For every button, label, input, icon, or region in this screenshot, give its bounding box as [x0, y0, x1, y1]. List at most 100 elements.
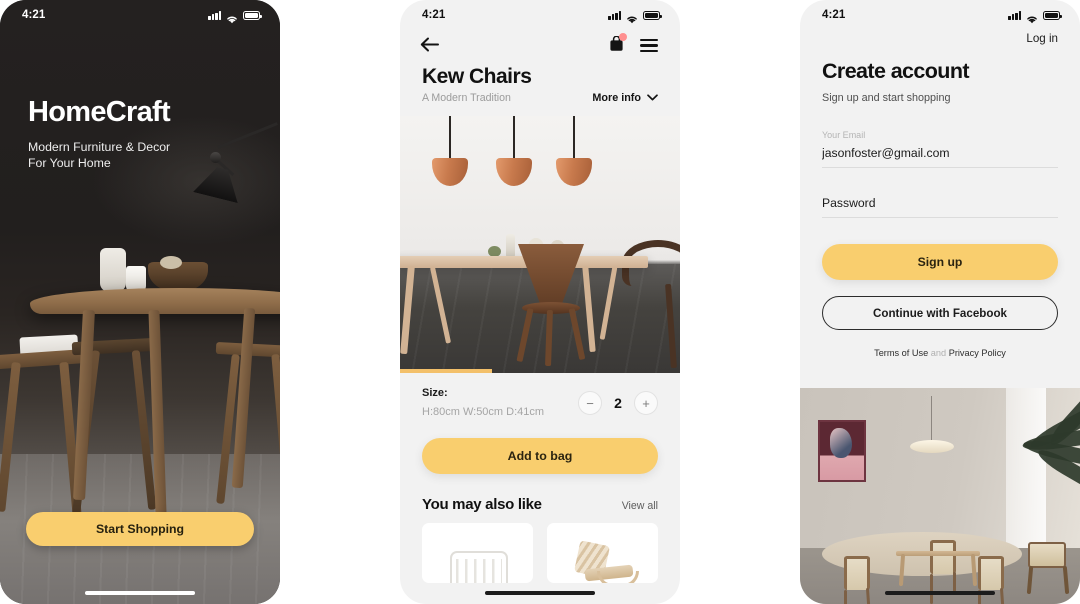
signup-form: Create account Sign up and start shoppin…	[800, 45, 1080, 358]
legal-text: Terms of Use and Privacy Policy	[822, 348, 1058, 358]
hamburger-menu-icon	[640, 38, 658, 53]
quantity-value: 2	[614, 395, 622, 411]
home-indicator	[85, 591, 195, 595]
product-title: Kew Chairs	[422, 65, 532, 88]
phone-screen-signup: 4:21 Log in Create account Sign up and s…	[800, 0, 1080, 604]
more-info-toggle[interactable]: More info	[592, 92, 658, 104]
pendant-lamp-icon	[432, 116, 468, 186]
product-subtitle: A Modern Tradition	[422, 92, 511, 104]
phone-screen-product: 4:21 Kew Chairs A Modern Tradition More …	[400, 0, 680, 604]
status-icons	[208, 10, 262, 23]
tagline-line-1: Modern Furniture & Decor	[28, 140, 171, 154]
table-vase	[506, 234, 515, 258]
armchair	[1020, 542, 1074, 595]
recommendations-header: You may also like View all	[400, 474, 680, 513]
tagline-line-2: For Your Home	[28, 156, 111, 170]
login-link[interactable]: Log in	[1026, 32, 1058, 45]
gallery-progress-fill	[400, 369, 493, 373]
cart-badge-dot	[619, 33, 627, 41]
size-label: Size:	[422, 387, 448, 399]
quantity-stepper: − 2 +	[578, 391, 658, 415]
recommendation-card[interactable]	[547, 523, 658, 583]
size-and-quantity-row: Size: H:80cm W:50cm D:41cm − 2 +	[422, 387, 658, 418]
battery-icon	[1043, 10, 1062, 20]
status-time: 4:21	[422, 9, 446, 21]
start-shopping-button[interactable]: Start Shopping	[26, 512, 254, 546]
page-title: Create account	[822, 59, 970, 83]
status-time: 4:21	[822, 9, 846, 21]
cart-button[interactable]	[609, 33, 627, 55]
legal-conjunction: and	[930, 348, 947, 358]
phone-screen-splash: 4:21 HomeCraft Modern Furniture & Decor …	[0, 0, 280, 604]
status-time: 4:21	[22, 9, 46, 21]
product-header	[400, 30, 680, 55]
wifi-icon	[1026, 11, 1038, 23]
dining-chair	[930, 540, 957, 604]
add-to-bag-button[interactable]: Add to bag	[422, 438, 658, 474]
wall-artwork	[818, 420, 866, 482]
gallery-progress-track[interactable]	[400, 369, 680, 373]
pendant-lamp-icon	[496, 116, 532, 186]
ceramic-jug	[100, 248, 126, 292]
wifi-icon	[626, 11, 638, 23]
spindle-chair-thumbnail	[450, 551, 508, 583]
status-bar: 4:21	[0, 0, 280, 30]
menu-button[interactable]	[640, 38, 658, 53]
back-arrow-icon	[420, 37, 439, 55]
back-button[interactable]	[420, 37, 439, 55]
dining-chair	[844, 556, 872, 604]
dining-table-top	[896, 551, 980, 556]
size-block: Size: H:80cm W:50cm D:41cm	[422, 387, 544, 418]
email-input[interactable]	[822, 140, 1058, 168]
product-details: Size: H:80cm W:50cm D:41cm − 2 +	[400, 373, 680, 418]
task-lamp-shade	[193, 163, 245, 203]
product-gallery-image[interactable]	[400, 116, 680, 373]
lounge-chair-thumbnail	[567, 540, 639, 583]
recommendations-list	[400, 513, 680, 583]
splash-text-block: HomeCraft Modern Furniture & Decor For Y…	[28, 96, 171, 171]
palm-plant	[1000, 394, 1080, 524]
password-input[interactable]	[822, 190, 1058, 218]
chevron-down-icon	[647, 92, 658, 104]
password-field-group	[822, 190, 1058, 218]
recommendation-card[interactable]	[422, 523, 533, 583]
status-bar: 4:21	[800, 0, 1080, 30]
home-indicator	[485, 591, 595, 595]
page-subtitle: Sign up and start shopping	[822, 92, 951, 104]
status-bar: 4:21	[400, 0, 680, 30]
lamp-arm-icon	[217, 122, 278, 149]
quantity-decrement-button[interactable]: −	[578, 391, 602, 415]
size-value: H:80cm W:50cm D:41cm	[422, 406, 545, 418]
continue-with-facebook-button[interactable]: Continue with Facebook	[822, 296, 1058, 330]
signal-bars-icon	[1008, 10, 1021, 20]
more-info-label: More info	[592, 92, 641, 104]
home-indicator	[885, 591, 995, 595]
signal-bars-icon	[208, 10, 221, 20]
wifi-icon	[226, 11, 238, 23]
status-icons	[608, 10, 662, 23]
brand-title: HomeCraft	[28, 96, 171, 128]
lamp-joint-icon	[210, 152, 221, 163]
email-label: Your Email	[822, 130, 866, 140]
brand-tagline: Modern Furniture & Decor For Your Home	[28, 139, 170, 171]
battery-icon	[643, 10, 662, 20]
signup-background-photo	[800, 388, 1080, 604]
view-all-link[interactable]: View all	[622, 500, 658, 512]
pendant-lamp-icon	[556, 116, 592, 186]
battery-icon	[243, 10, 262, 20]
status-icons	[1008, 10, 1062, 23]
product-title-block: Kew Chairs A Modern Tradition More info	[400, 55, 680, 104]
dining-chair	[978, 556, 1006, 604]
signup-button[interactable]: Sign up	[822, 244, 1058, 280]
screenshot-stage: 4:21 HomeCraft Modern Furniture & Decor …	[0, 0, 1080, 604]
recommendations-title: You may also like	[422, 496, 542, 513]
signal-bars-icon	[608, 10, 621, 20]
terms-of-use-link[interactable]: Terms of Use	[874, 348, 928, 358]
privacy-policy-link[interactable]: Privacy Policy	[949, 348, 1006, 358]
quantity-increment-button[interactable]: +	[634, 391, 658, 415]
email-field-group: Your Email	[822, 130, 1058, 168]
header-actions	[609, 33, 658, 55]
product-subtitle-row: A Modern Tradition More info	[422, 92, 658, 104]
signup-topbar: Log in	[800, 30, 1080, 45]
pendant-lamp-icon	[910, 440, 954, 453]
